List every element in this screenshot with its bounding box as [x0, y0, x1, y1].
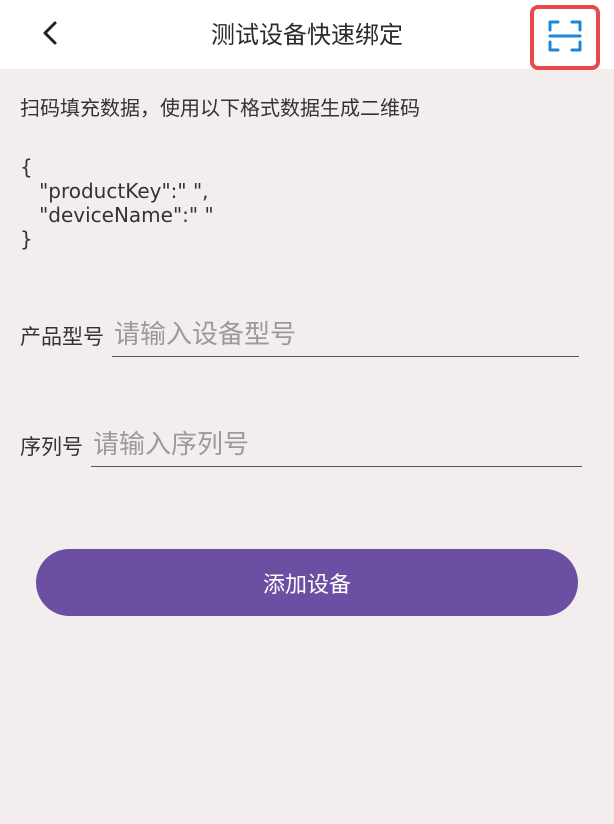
scan-button[interactable]: [530, 5, 600, 70]
app-screen: 测试设备快速绑定 扫码填充数据，使用以下格式数据生成二维码 { "product…: [0, 0, 614, 824]
serial-number-input[interactable]: [91, 430, 582, 467]
chevron-left-icon: [39, 20, 61, 50]
page-title: 测试设备快速绑定: [211, 21, 403, 49]
top-bar: 测试设备快速绑定: [0, 0, 614, 70]
product-model-row: 产品型号: [20, 320, 579, 357]
product-model-input[interactable]: [112, 320, 579, 357]
qr-format-example: { "productKey":" ", "deviceName":" " }: [20, 155, 214, 251]
product-model-label: 产品型号: [20, 325, 104, 349]
serial-number-row: 序列号: [20, 430, 582, 467]
serial-number-label: 序列号: [20, 435, 83, 459]
back-button[interactable]: [32, 17, 68, 53]
scan-hint-text: 扫码填充数据，使用以下格式数据生成二维码: [20, 96, 420, 120]
scan-icon: [548, 19, 582, 57]
add-device-button[interactable]: 添加设备: [36, 549, 578, 616]
